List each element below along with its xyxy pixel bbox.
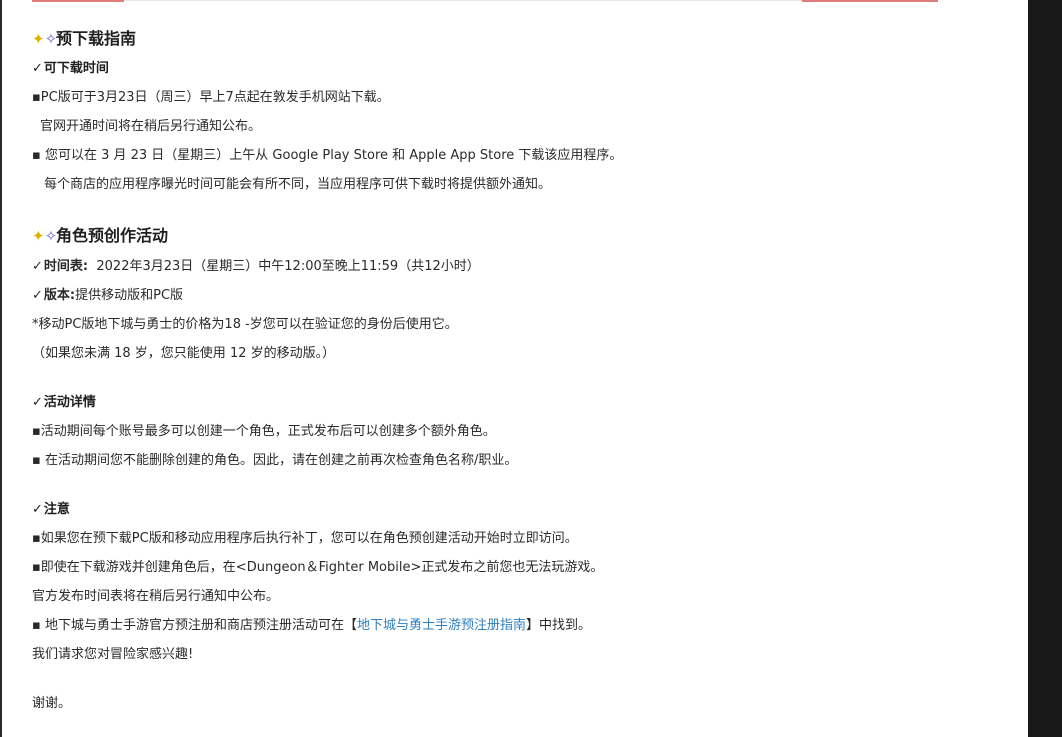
check-icon: ✓: [32, 288, 43, 303]
section4-line-3: 官方发布时间表将在稍后另行通知中公布。: [32, 589, 280, 604]
section1-line-3: ▪ 您可以在 3 月 23 日（星期三）上午从 Google Play Stor…: [32, 148, 623, 163]
section1-line-4: 每个商店的应用程序曝光时间可能会有所不同，当应用程序可供下载时将提供额外通知。: [44, 177, 552, 192]
preregistration-guide-link[interactable]: 地下城与勇士手游预注册指南: [357, 618, 526, 633]
section4-guide-line: ▪ 地下城与勇士手游官方预注册和商店预注册活动可在【地下城与勇士手游预注册指南】…: [32, 618, 591, 633]
check-icon: ✓: [32, 502, 43, 517]
section1-line-1: ▪PC版可于3月23日（周三）早上7点起在敦发手机网站下载。: [32, 90, 390, 105]
section2-note-1: *移动PC版地下城与勇士的价格为18 -岁您可以在验证您的身份后使用它。: [32, 317, 458, 332]
section4-line-2: ▪即使在下载游戏并创建角色后，在<Dungeon＆Fighter Mobile>…: [32, 560, 604, 575]
sparkles-icon: ✦✧: [32, 227, 58, 245]
version-line: ✓版本:提供移动版和PC版: [32, 288, 184, 303]
section3-line-2: ▪ 在活动期间您不能删除创建的角色。因此，请在创建之前再次检查角色名称/职业。: [32, 453, 518, 468]
section4-subheading: ✓注意: [32, 502, 70, 517]
left-border: [0, 0, 2, 737]
top-accent-bar-left: [32, 0, 124, 2]
check-icon: ✓: [32, 395, 43, 410]
check-icon: ✓: [32, 259, 43, 274]
closing-text: 谢谢。: [32, 696, 72, 711]
section2-heading: ✦✧角色预创作活动: [32, 226, 169, 245]
section1-subheading: ✓可下载时间: [32, 61, 109, 76]
right-dark-panel: [1028, 0, 1062, 737]
section4-line-1: ▪如果您在预下载PC版和移动应用程序后执行补丁，您可以在角色预创建活动开始时立即…: [32, 531, 578, 546]
section2-note-2: （如果您未满 18 岁，您只能使用 12 岁的移动版。）: [32, 346, 336, 361]
section1-line-2: 官网开通时间将在稍后另行通知公布。: [40, 119, 262, 134]
schedule-line: ✓时间表: 2022年3月23日（星期三）中午12:00至晚上11:59（共12…: [32, 259, 480, 274]
sparkles-icon: ✦✧: [32, 30, 58, 48]
section1-heading: ✦✧预下载指南: [32, 29, 137, 48]
top-accent-bar-right: [802, 0, 938, 2]
interest-line: 我们请求您对冒险家感兴趣!: [32, 647, 194, 662]
section3-subheading: ✓活动详情: [32, 395, 96, 410]
section3-line-1: ▪活动期间每个账号最多可以创建一个角色，正式发布后可以创建多个额外角色。: [32, 424, 496, 439]
check-icon: ✓: [32, 61, 43, 76]
